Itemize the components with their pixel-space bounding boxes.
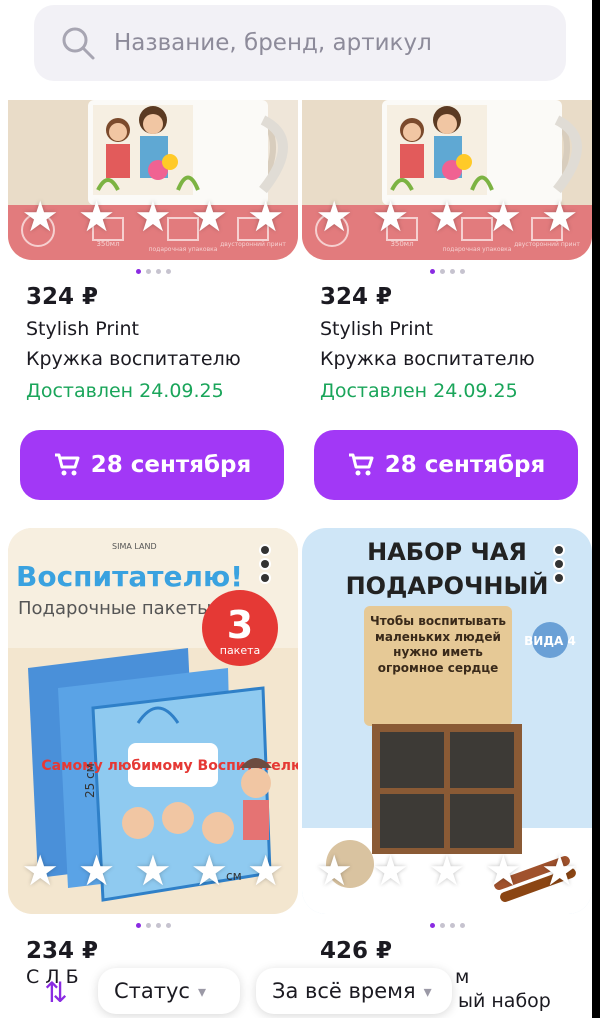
search-bar[interactable]: Название, бренд, артикул	[34, 5, 566, 81]
add-to-cart-button[interactable]: 28 сентября	[314, 430, 578, 500]
product-price: 324 ₽	[26, 284, 99, 310]
product-title: Кружка воспитателю	[26, 348, 241, 370]
cart-button-label: 28 сентября	[384, 452, 546, 478]
chevron-down-icon: ▾	[197, 981, 207, 1001]
star-icon: ★	[246, 192, 285, 241]
pager-dot	[439, 268, 445, 274]
cart-icon	[54, 453, 80, 476]
cart-button-label: 28 сентября	[90, 452, 252, 478]
filter-bar: ⇅ Статус ▾ За всё время ▾	[0, 964, 592, 1018]
product-price: 426 ₽	[320, 938, 393, 964]
image-pager	[302, 918, 592, 932]
star-icon: ★	[428, 192, 466, 241]
pager-dot	[135, 268, 141, 274]
pager-dot	[429, 922, 435, 928]
search-icon	[62, 27, 95, 60]
rating-stars: ★ ★ ★ ★ ★	[8, 196, 298, 238]
product-title: Кружка воспитателю	[320, 348, 535, 370]
star-icon: ★	[134, 846, 172, 895]
product-image[interactable]: SIMA LAND Воспитателю! Подарочные пакеты…	[8, 528, 298, 914]
period-filter[interactable]: За всё время ▾	[256, 968, 452, 1014]
status-filter-label: Статус	[114, 979, 190, 1003]
product-card[interactable]: 350мл подарочная упаковка двусторонний п…	[302, 100, 592, 500]
star-icon: ★	[190, 846, 229, 895]
star-icon: ★	[540, 192, 579, 241]
tea-board-text: Чтобы воспитывать маленьких людей нужно …	[370, 614, 506, 675]
star-icon: ★	[371, 846, 410, 895]
more-options-icon[interactable]	[260, 546, 270, 582]
rating-stars: ★ ★ ★ ★ ★	[302, 196, 592, 238]
product-image[interactable]: 350мл подарочная упаковка двусторонний п…	[8, 100, 298, 260]
star-icon: ★	[315, 192, 354, 241]
rating-stars: ★ ★ ★ ★ ★	[8, 850, 298, 892]
chevron-down-icon: ▾	[423, 981, 432, 1001]
svg-text:НАБОР ЧАЯ: НАБОР ЧАЯ	[367, 538, 527, 566]
svg-text:350мл: 350мл	[96, 240, 119, 248]
star-icon: ★	[371, 192, 410, 241]
pager-dot	[449, 922, 455, 928]
product-price: 234 ₽	[26, 938, 99, 964]
product-card[interactable]: 350мл подарочная упаковка двусторонний п…	[8, 100, 298, 500]
pager-dot	[155, 922, 161, 928]
star-icon: ★	[540, 846, 579, 895]
svg-text:ВИДА 4: ВИДА 4	[524, 634, 576, 648]
product-image[interactable]: 350мл подарочная упаковка двусторонний п…	[302, 100, 592, 260]
svg-text:SIMA LAND: SIMA LAND	[112, 542, 157, 551]
svg-text:двусторонний принт: двусторонний принт	[514, 241, 580, 248]
star-icon: ★	[134, 192, 172, 241]
more-options-icon[interactable]	[554, 546, 564, 582]
svg-text:Подарочные пакеты: Подарочные пакеты	[18, 598, 211, 619]
svg-text:3: 3	[227, 603, 253, 647]
product-card[interactable]: НАБОР ЧАЯ ПОДАРОЧНЫЙ Чтобы воспитывать м…	[302, 528, 592, 964]
pager-dot	[155, 268, 161, 274]
star-icon: ★	[21, 192, 60, 241]
svg-text:подарочная упаковка: подарочная упаковка	[149, 246, 218, 253]
product-image[interactable]: НАБОР ЧАЯ ПОДАРОЧНЫЙ Чтобы воспитывать м…	[302, 528, 592, 914]
delivery-status: Доставлен 24.09.25	[320, 380, 518, 402]
image-pager	[8, 918, 298, 932]
star-icon: ★	[190, 192, 229, 241]
svg-text:ПОДАРОЧНЫЙ: ПОДАРОЧНЫЙ	[346, 571, 549, 600]
svg-text:Воспитателю!: Воспитателю!	[16, 560, 243, 593]
svg-text:пакета: пакета	[220, 644, 261, 657]
pager-dot	[145, 922, 151, 928]
product-card[interactable]: SIMA LAND Воспитателю! Подарочные пакеты…	[8, 528, 298, 964]
pager-dot	[135, 922, 141, 928]
svg-text:25 см: 25 см	[83, 763, 97, 798]
sort-button[interactable]: ⇅	[26, 970, 86, 1014]
star-icon: ★	[246, 846, 285, 895]
image-pager	[8, 264, 298, 278]
rating-stars: ★ ★ ★ ★ ★	[302, 850, 592, 892]
star-icon: ★	[77, 846, 116, 895]
product-brand: Stylish Print	[320, 318, 433, 340]
cart-icon	[348, 453, 374, 476]
svg-text:350мл: 350мл	[390, 240, 413, 248]
search-input[interactable]: Название, бренд, артикул	[114, 30, 432, 56]
star-icon: ★	[484, 846, 523, 895]
pager-dot	[459, 922, 465, 928]
svg-text:двусторонний принт: двусторонний принт	[220, 241, 286, 248]
pager-dot	[145, 268, 151, 274]
status-filter[interactable]: Статус ▾	[98, 968, 240, 1014]
pager-dot	[449, 268, 455, 274]
product-price: 324 ₽	[320, 284, 393, 310]
add-to-cart-button[interactable]: 28 сентября	[20, 430, 284, 500]
svg-text:подарочная упаковка: подарочная упаковка	[443, 246, 512, 253]
pager-dot	[439, 922, 445, 928]
star-icon: ★	[484, 192, 523, 241]
pager-dot	[459, 268, 465, 274]
product-brand: Stylish Print	[26, 318, 139, 340]
pager-dot	[429, 268, 435, 274]
pager-dot	[165, 268, 171, 274]
delivery-status: Доставлен 24.09.25	[26, 380, 224, 402]
image-pager	[302, 264, 592, 278]
pager-dot	[165, 922, 171, 928]
star-icon: ★	[315, 846, 354, 895]
screen: Название, бренд, артикул 350мл подарочна…	[0, 0, 592, 1018]
period-filter-label: За всё время	[272, 979, 416, 1003]
star-icon: ★	[77, 192, 116, 241]
star-icon: ★	[428, 846, 466, 895]
star-icon: ★	[21, 846, 60, 895]
sort-arrows-icon: ⇅	[44, 975, 68, 1009]
